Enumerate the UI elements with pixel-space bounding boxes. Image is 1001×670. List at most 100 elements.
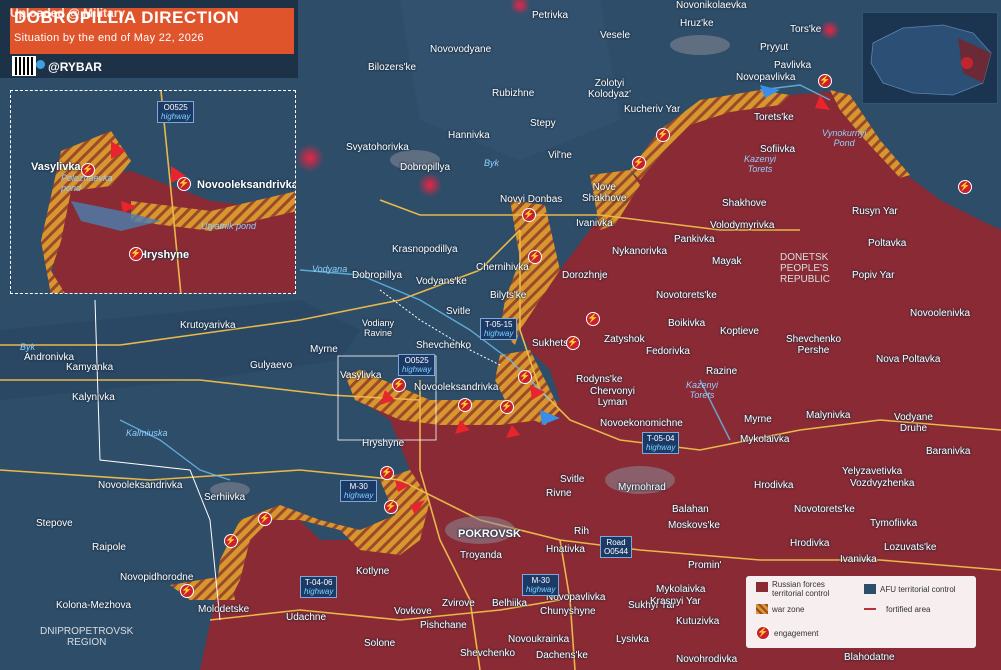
settlement-label[interactable]: Krasnopodillya: [392, 244, 458, 255]
settlement-label[interactable]: Kolona-Mezhova: [56, 600, 131, 611]
settlement-label[interactable]: Torets'ke: [754, 112, 794, 123]
settlement-label[interactable]: Novooleksandrivka: [98, 480, 183, 491]
settlement-label[interactable]: Shakhove: [722, 198, 766, 209]
settlement-label[interactable]: Novonikolaevka: [676, 0, 747, 11]
engagement-icon[interactable]: ⚡: [818, 74, 832, 88]
settlement-label[interactable]: Vesele: [600, 30, 630, 41]
engagement-icon[interactable]: ⚡: [224, 534, 238, 548]
settlement-label[interactable]: Rubizhne: [492, 88, 534, 99]
engagement-icon[interactable]: ⚡: [522, 208, 536, 222]
settlement-label[interactable]: Zatyshok: [604, 334, 645, 345]
engagement-icon[interactable]: ⚡: [500, 400, 514, 414]
engagement-icon[interactable]: ⚡: [384, 500, 398, 514]
settlement-label[interactable]: Razine: [706, 366, 737, 377]
settlement-label[interactable]: Bilyts'ke: [490, 290, 526, 301]
engagement-icon[interactable]: ⚡: [180, 584, 194, 598]
settlement-label[interactable]: Svitle: [560, 474, 584, 485]
settlement-label[interactable]: Novohrodivka: [676, 654, 737, 665]
settlement-label[interactable]: Rodyns'ke: [576, 374, 622, 385]
engagement-icon[interactable]: ⚡: [656, 128, 670, 142]
settlement-label[interactable]: Hnativka: [546, 544, 585, 555]
settlement-label[interactable]: Nova Poltavka: [876, 354, 940, 365]
settlement-label[interactable]: Hruz'ke: [680, 18, 714, 29]
settlement-label[interactable]: Koptieve: [720, 326, 759, 337]
settlement-label[interactable]: Mayak: [712, 256, 741, 267]
settlement-label[interactable]: Dobropillya: [400, 162, 450, 173]
settlement-label[interactable]: Lysivka: [616, 634, 649, 645]
settlement-label[interactable]: Boikivka: [668, 318, 705, 329]
settlement-label[interactable]: Moskovs'ke: [668, 520, 720, 531]
settlement-label[interactable]: Raipole: [92, 542, 126, 553]
settlement-label[interactable]: Yelyzavetivka: [842, 466, 902, 477]
settlement-label[interactable]: Kucheriv Yar: [624, 104, 680, 115]
settlement-label[interactable]: Kutuzivka: [676, 616, 719, 627]
settlement-label[interactable]: Malynivka: [806, 410, 850, 421]
settlement-label[interactable]: Troyanda: [460, 550, 502, 561]
settlement-label[interactable]: Mykolaivka: [656, 584, 705, 595]
engagement-icon[interactable]: ⚡: [258, 512, 272, 526]
settlement-label[interactable]: Hannivka: [448, 130, 490, 141]
settlement-label[interactable]: Dachens'ke: [536, 650, 588, 661]
settlement-label[interactable]: Rih: [574, 526, 589, 537]
settlement-label[interactable]: Stepy: [530, 118, 556, 129]
settlement-label[interactable]: Kamyanka: [66, 362, 113, 373]
engagement-icon[interactable]: ⚡: [380, 466, 394, 480]
engagement-icon[interactable]: ⚡: [958, 180, 972, 194]
engagement-icon[interactable]: ⚡: [528, 250, 542, 264]
settlement-label[interactable]: Pavlivka: [774, 60, 811, 71]
settlement-label[interactable]: Novotorets'ke: [794, 504, 855, 515]
settlement-label[interactable]: Svitle: [446, 306, 470, 317]
settlement-label[interactable]: Rivne: [546, 488, 572, 499]
settlement-label[interactable]: Novotorets'ke: [656, 290, 717, 301]
settlement-label[interactable]: Novoolenivka: [910, 308, 970, 319]
engagement-icon[interactable]: ⚡: [129, 247, 143, 261]
settlement-label[interactable]: Chernihivka: [476, 262, 529, 273]
settlement-label[interactable]: Blahodatne: [844, 652, 895, 663]
settlement-label[interactable]: Novyi Donbas: [500, 194, 562, 205]
settlement-label[interactable]: Stepove: [36, 518, 73, 529]
engagement-icon[interactable]: ⚡: [518, 370, 532, 384]
settlement-label[interactable]: Zolotyi Kolodyaz': [588, 78, 631, 100]
engagement-icon[interactable]: ⚡: [566, 336, 580, 350]
settlement-label[interactable]: Ivanivka: [840, 554, 877, 565]
settlement-label[interactable]: Chervonyi Lyman: [590, 386, 635, 408]
settlement-label[interactable]: Novovodyane: [430, 44, 491, 55]
settlement-label[interactable]: Udachne: [286, 612, 326, 623]
settlement-label[interactable]: Mykolaivka: [740, 434, 789, 445]
settlement-label[interactable]: Ivanivka: [576, 218, 613, 229]
settlement-label[interactable]: Vovkove: [394, 606, 432, 617]
settlement-label[interactable]: Hrodivka: [754, 480, 793, 491]
settlement-label[interactable]: Fedorivka: [646, 346, 690, 357]
settlement-label[interactable]: Tymofiivka: [870, 518, 917, 529]
settlement-label[interactable]: Chunyshyne: [540, 606, 596, 617]
settlement-label[interactable]: Myrne: [744, 414, 772, 425]
settlement-label[interactable]: Shevchenko Pershe: [786, 334, 841, 356]
settlement-label[interactable]: Kalynivka: [72, 392, 115, 403]
settlement-label[interactable]: Molodetske: [198, 604, 249, 615]
settlement-label[interactable]: Shevchenko: [460, 648, 515, 659]
settlement-label[interactable]: Rusyn Yar: [852, 206, 898, 217]
engagement-icon[interactable]: ⚡: [458, 398, 472, 412]
settlement-label[interactable]: Hryshyne: [362, 438, 404, 449]
settlement-label[interactable]: Serhiivka: [204, 492, 245, 503]
settlement-label[interactable]: Novoekonomichne: [600, 418, 683, 429]
engagement-icon[interactable]: ⚡: [632, 156, 646, 170]
settlement-label[interactable]: Dorozhnje: [562, 270, 608, 281]
settlement-label[interactable]: Novoukrainka: [508, 634, 569, 645]
engagement-icon[interactable]: ⚡: [392, 378, 406, 392]
settlement-label[interactable]: Gulyaevo: [250, 360, 292, 371]
settlement-label[interactable]: Kotlyne: [356, 566, 389, 577]
settlement-label[interactable]: Volodymyrivka: [710, 220, 774, 231]
settlement-label[interactable]: Vodyans'ke: [416, 276, 467, 287]
settlement-label[interactable]: Nykanorivka: [612, 246, 667, 257]
settlement-label[interactable]: Popiv Yar: [852, 270, 894, 281]
settlement-label[interactable]: Nove Shakhove: [582, 182, 626, 204]
settlement-label[interactable]: Myrne: [310, 344, 338, 355]
settlement-label[interactable]: Svyatohorivka: [346, 142, 409, 153]
settlement-label[interactable]: Baranivka: [926, 446, 970, 457]
engagement-icon[interactable]: ⚡: [586, 312, 600, 326]
settlement-label[interactable]: Shevchenko: [416, 340, 471, 351]
settlement-label[interactable]: Pankivka: [674, 234, 715, 245]
settlement-label[interactable]: Vasylivka: [340, 370, 382, 381]
settlement-label[interactable]: Krasnyi Yar: [650, 596, 701, 607]
